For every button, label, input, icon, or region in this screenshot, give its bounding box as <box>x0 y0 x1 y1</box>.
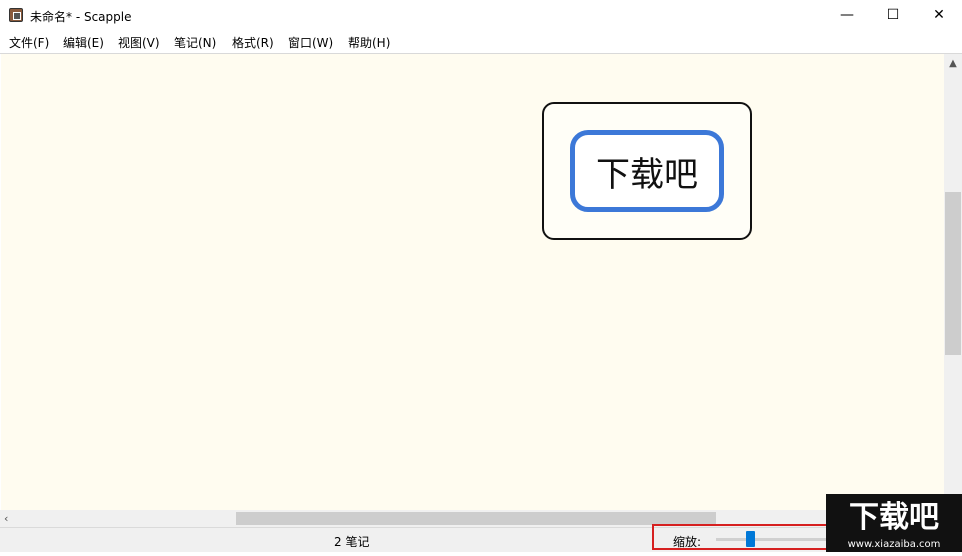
window-title: 未命名* - Scapple <box>30 10 132 24</box>
scroll-left-icon[interactable]: ‹ <box>4 511 16 526</box>
close-button[interactable]: ✕ <box>916 0 962 30</box>
title-bar: 未命名* - Scapple — ☐ ✕ <box>0 0 962 30</box>
menu-view[interactable]: 视图(V) <box>118 34 160 51</box>
svg-text:下载吧: 下载吧 <box>849 500 939 535</box>
minimize-button[interactable]: — <box>824 0 870 30</box>
scapple-canvas[interactable] <box>1 54 944 510</box>
note-text[interactable]: 下载吧 <box>596 147 698 196</box>
menu-bar: 文件(F) 编辑(E) 视图(V) 笔记(N) 格式(R) 窗口(W) 帮助(H… <box>0 30 962 54</box>
menu-edit[interactable]: 编辑(E) <box>63 34 104 51</box>
menu-window[interactable]: 窗口(W) <box>288 34 333 51</box>
menu-file[interactable]: 文件(F) <box>9 34 49 51</box>
menu-help[interactable]: 帮助(H) <box>348 34 390 51</box>
watermark-logo-graphic: 下载吧 www.xiazaiba.com <box>826 494 962 552</box>
watermark-logo: 下载吧 www.xiazaiba.com <box>826 494 962 552</box>
vertical-scroll-thumb[interactable] <box>945 192 961 355</box>
zoom-slider-track[interactable] <box>716 538 826 541</box>
menu-notes[interactable]: 笔记(N) <box>174 34 216 51</box>
note-card[interactable]: 下载吧 <box>570 130 724 212</box>
note-count: 2 笔记 <box>334 535 370 549</box>
svg-text:www.xiazaiba.com: www.xiazaiba.com <box>848 539 941 550</box>
maximize-button[interactable]: ☐ <box>870 0 916 30</box>
zoom-slider-thumb[interactable] <box>746 531 756 547</box>
scapple-app-icon[interactable] <box>9 8 23 22</box>
scroll-up-icon[interactable]: ▲ <box>944 58 962 70</box>
horizontal-scroll-thumb[interactable] <box>236 512 716 525</box>
vertical-scrollbar[interactable]: ▲ <box>944 54 962 510</box>
menu-format[interactable]: 格式(R) <box>232 34 274 51</box>
zoom-label: 缩放: <box>673 535 702 549</box>
